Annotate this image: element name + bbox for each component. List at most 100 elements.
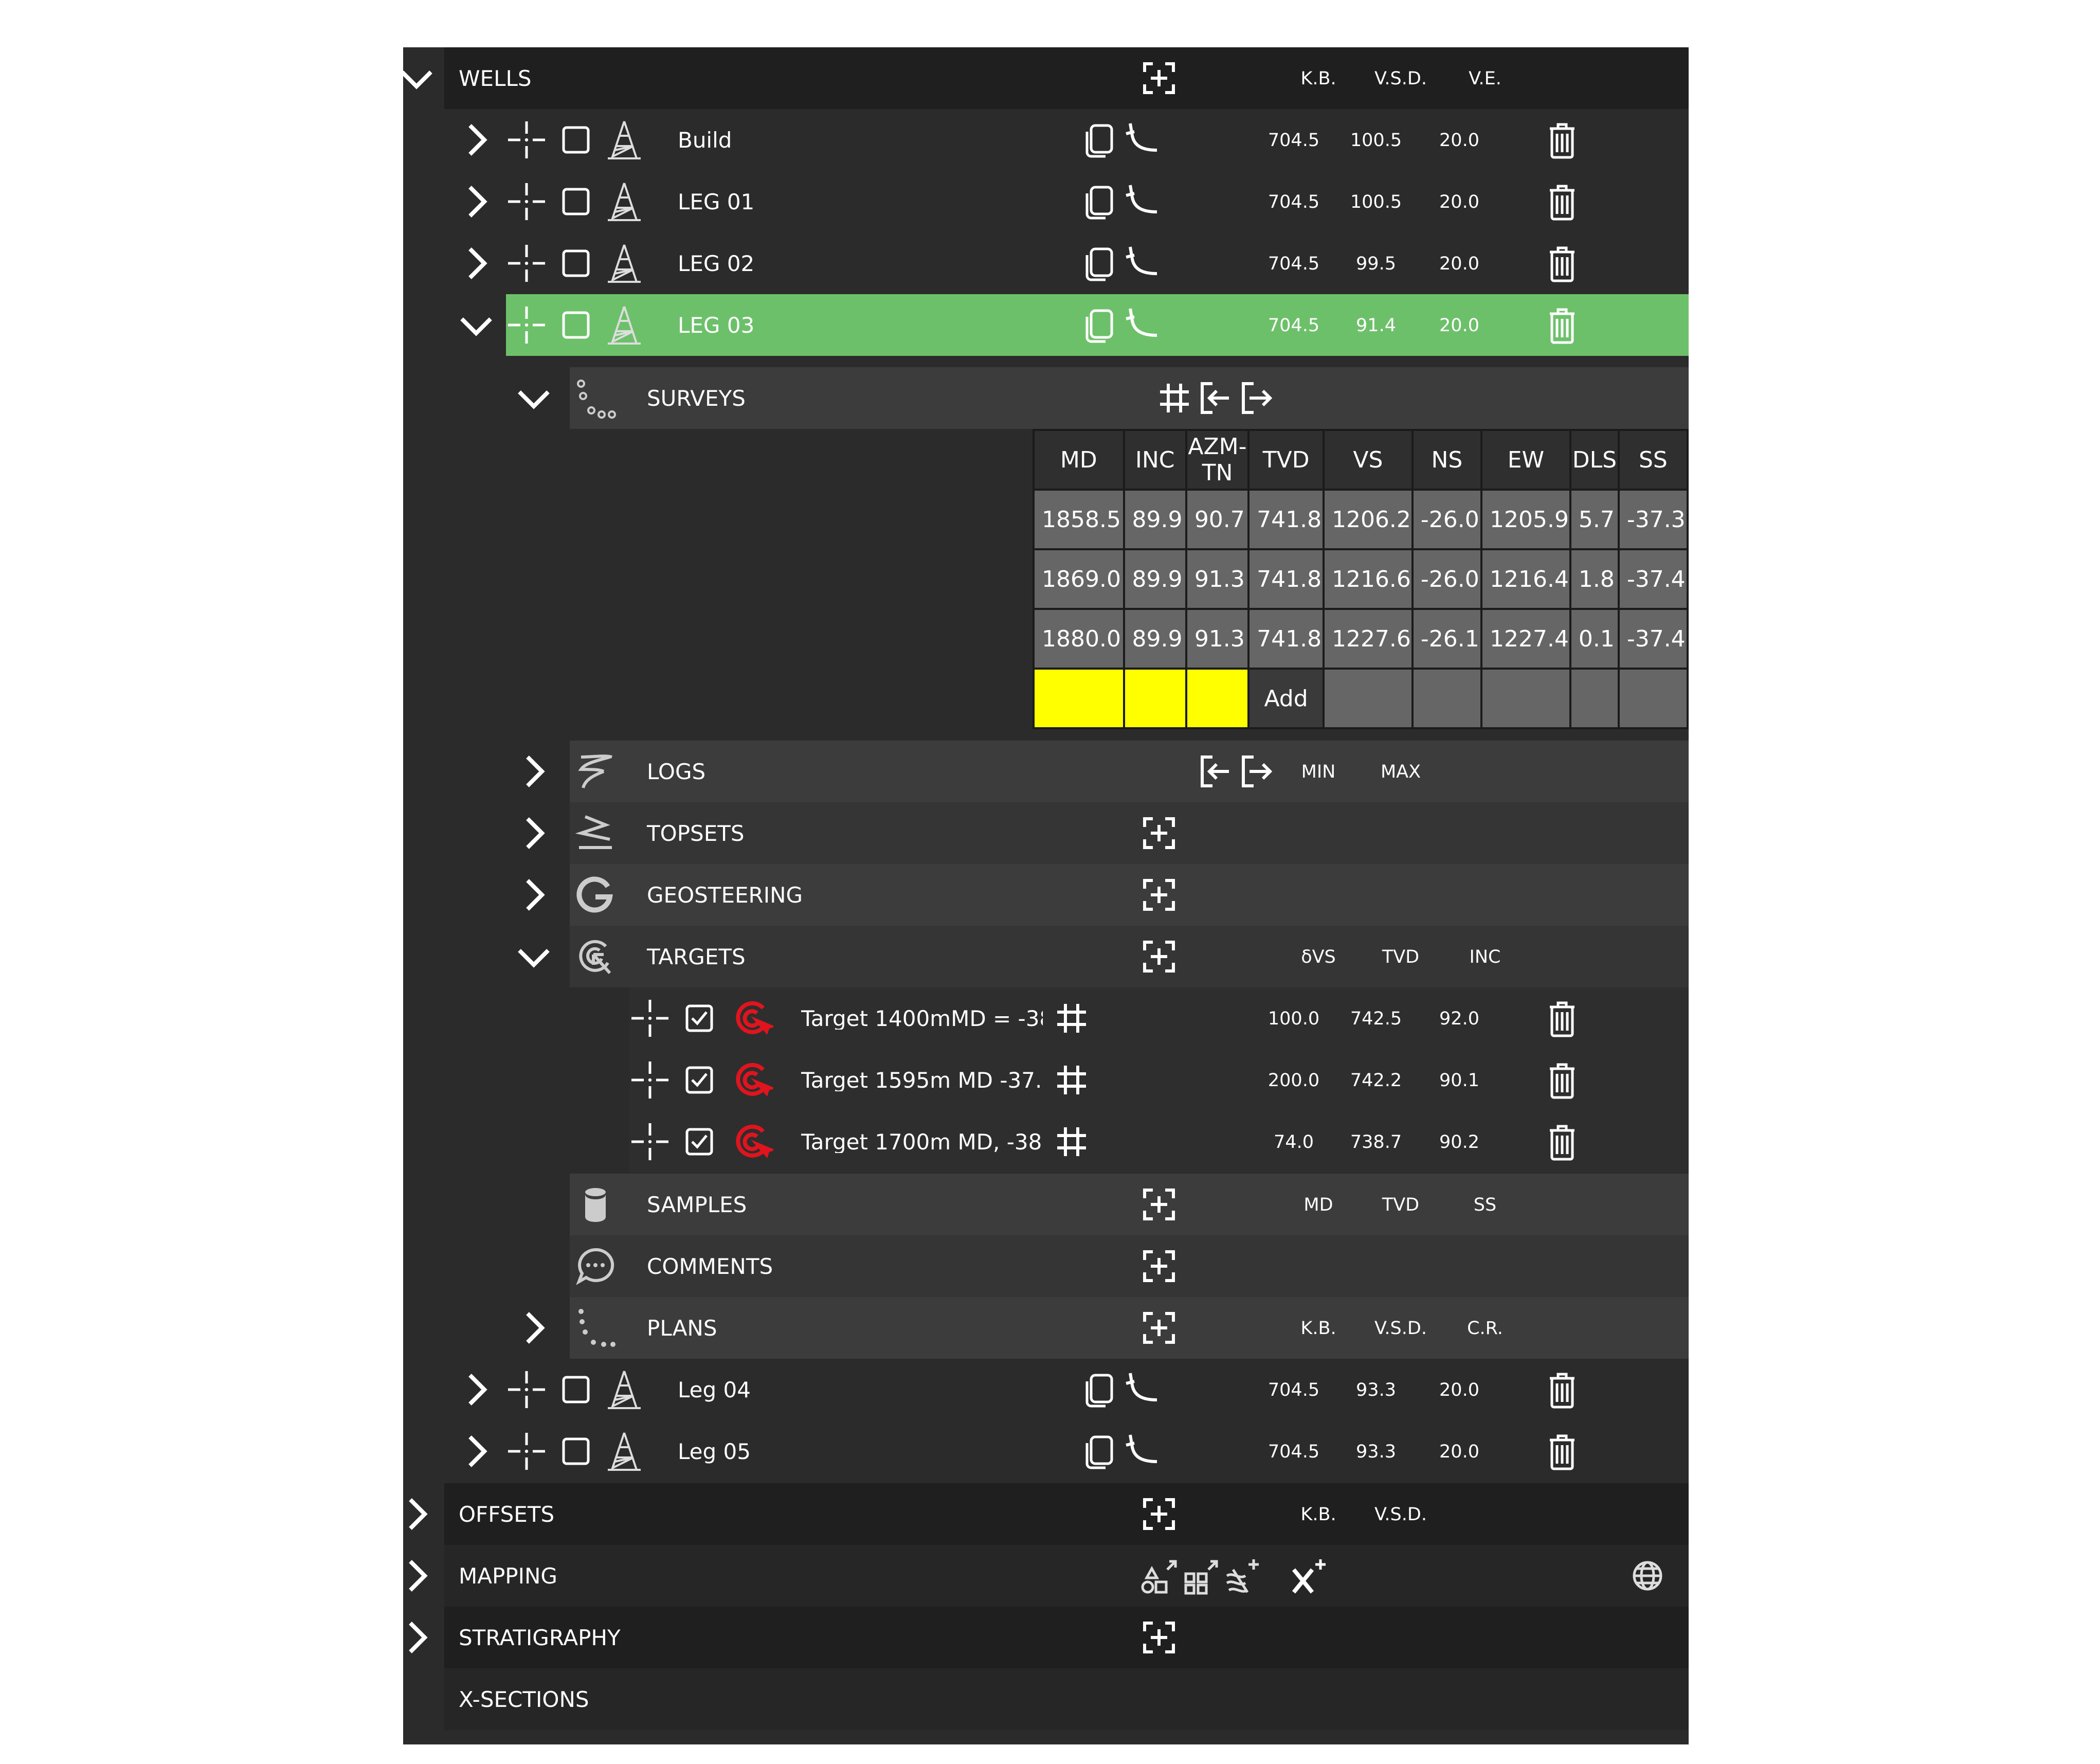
copy-icon[interactable] — [1079, 304, 1120, 346]
well-plan-icon[interactable] — [1120, 1369, 1161, 1410]
survey-cell[interactable]: 1.8 — [1569, 548, 1620, 610]
col-ss[interactable]: SS — [1617, 429, 1689, 491]
stratigraphy-header[interactable]: STRATIGRAPHY — [409, 1607, 1689, 1668]
survey-cell[interactable]: -37.4 — [1617, 608, 1689, 670]
survey-cell[interactable]: 1869.0 — [1033, 548, 1125, 610]
new-inc-input[interactable] — [1123, 668, 1187, 729]
add-contours-icon[interactable] — [1221, 1555, 1262, 1596]
visibility-checkbox[interactable] — [555, 304, 596, 346]
hash-icon[interactable] — [1051, 1059, 1092, 1101]
add-icon[interactable] — [1138, 1184, 1180, 1225]
delete-icon[interactable] — [1542, 243, 1583, 284]
survey-cell[interactable]: 91.3 — [1185, 548, 1250, 610]
move-icon[interactable] — [506, 119, 547, 160]
target-row[interactable]: Target 1400mMD = -38r 100.0 742.5 92.0 — [629, 987, 1689, 1049]
chevron-right-icon[interactable] — [456, 119, 497, 160]
visibility-checkbox[interactable] — [555, 1431, 596, 1472]
chevron-right-icon[interactable] — [513, 874, 554, 915]
comments-header[interactable]: COMMENTS — [570, 1235, 1689, 1297]
well-plan-icon[interactable] — [1120, 181, 1161, 222]
survey-cell[interactable]: 1216.4 — [1480, 548, 1571, 610]
surveys-header[interactable]: SURVEYS — [518, 367, 1689, 429]
target-row[interactable]: Target 1595m MD -37.7ı 200.0 742.2 90.1 — [629, 1049, 1689, 1111]
col-dls[interactable]: DLS — [1569, 429, 1620, 491]
well-plan-icon[interactable] — [1120, 243, 1161, 284]
copy-icon[interactable] — [1079, 181, 1120, 222]
visibility-checkbox-checked[interactable] — [679, 1121, 720, 1162]
survey-cell[interactable]: 89.9 — [1123, 489, 1187, 550]
well-row[interactable]: Build 704.5 100.5 20.0 — [468, 109, 1689, 171]
well-row[interactable]: LEG 02 704.5 99.5 20.0 — [468, 232, 1689, 294]
globe-icon[interactable] — [1627, 1555, 1668, 1596]
chevron-right-icon[interactable] — [396, 1555, 437, 1596]
survey-cell[interactable]: 1227.4 — [1480, 608, 1571, 670]
add-shapes-icon[interactable] — [1138, 1555, 1180, 1596]
survey-cell[interactable]: 0.1 — [1569, 608, 1620, 670]
copy-icon[interactable] — [1079, 243, 1120, 284]
import-icon[interactable] — [1194, 751, 1235, 792]
visibility-checkbox-checked[interactable] — [679, 998, 720, 1039]
copy-icon[interactable] — [1079, 1369, 1120, 1410]
survey-cell[interactable]: 741.8 — [1247, 608, 1325, 670]
hash-icon[interactable] — [1051, 998, 1092, 1039]
hash-icon[interactable] — [1154, 377, 1195, 419]
move-icon[interactable] — [629, 998, 671, 1039]
new-md-input[interactable] — [1033, 668, 1125, 729]
chevron-right-icon[interactable] — [456, 181, 497, 222]
col-ns[interactable]: NS — [1411, 429, 1482, 491]
add-icon[interactable] — [1138, 1307, 1180, 1348]
new-azm-input[interactable] — [1185, 668, 1250, 729]
col-inc[interactable]: INC — [1123, 429, 1187, 491]
survey-cell[interactable]: 89.9 — [1123, 548, 1187, 610]
add-icon[interactable] — [1138, 1493, 1180, 1535]
survey-cell[interactable]: 1216.6 — [1322, 548, 1414, 610]
delete-icon[interactable] — [1542, 181, 1583, 222]
copy-icon[interactable] — [1079, 119, 1120, 160]
col-md[interactable]: MD — [1033, 429, 1125, 491]
survey-cell[interactable]: 90.7 — [1185, 489, 1250, 550]
survey-cell[interactable]: 741.8 — [1247, 489, 1325, 550]
visibility-checkbox[interactable] — [555, 1369, 596, 1410]
chevron-right-icon[interactable] — [513, 813, 554, 854]
survey-cell[interactable]: -26.1 — [1411, 608, 1482, 670]
chevron-right-icon[interactable] — [456, 1431, 497, 1472]
move-icon[interactable] — [506, 181, 547, 222]
delete-icon[interactable] — [1542, 1431, 1583, 1472]
import-icon[interactable] — [1194, 377, 1235, 419]
well-plan-icon[interactable] — [1120, 1431, 1161, 1472]
delete-icon[interactable] — [1542, 1369, 1583, 1410]
visibility-checkbox[interactable] — [555, 243, 596, 284]
survey-cell[interactable]: 1206.2 — [1322, 489, 1414, 550]
logs-header[interactable]: LOGS MIN MAX — [526, 741, 1689, 802]
well-plan-icon[interactable] — [1120, 119, 1161, 160]
survey-cell[interactable]: -37.4 — [1617, 548, 1689, 610]
plans-header[interactable]: PLANS K.B. V.S.D. C.R. — [526, 1297, 1689, 1359]
move-icon[interactable] — [506, 1431, 547, 1472]
move-icon[interactable] — [506, 1369, 547, 1410]
chevron-right-icon[interactable] — [396, 1617, 437, 1658]
chevron-down-icon[interactable] — [396, 58, 437, 99]
col-tvd[interactable]: TVD — [1247, 429, 1325, 491]
move-icon[interactable] — [629, 1121, 671, 1162]
move-icon[interactable] — [506, 243, 547, 284]
well-row[interactable]: LEG 03 704.5 91.4 20.0 — [460, 294, 1689, 356]
add-icon[interactable] — [1138, 58, 1180, 99]
add-icon[interactable] — [1138, 813, 1180, 854]
add-cross-section-icon[interactable] — [1288, 1555, 1329, 1596]
survey-cell[interactable]: -26.0 — [1411, 548, 1482, 610]
well-row[interactable]: Leg 04 704.5 93.3 20.0 — [468, 1359, 1689, 1420]
chevron-down-icon[interactable] — [513, 377, 554, 419]
col-ew[interactable]: EW — [1480, 429, 1571, 491]
topsets-header[interactable]: TOPSETS — [526, 802, 1689, 864]
export-icon[interactable] — [1235, 751, 1276, 792]
chevron-right-icon[interactable] — [456, 1369, 497, 1410]
offsets-header[interactable]: OFFSETS K.B. V.S.D. — [409, 1483, 1689, 1545]
chevron-right-icon[interactable] — [396, 1493, 437, 1535]
col-vs[interactable]: VS — [1322, 429, 1414, 491]
copy-icon[interactable] — [1079, 1431, 1120, 1472]
well-plan-icon[interactable] — [1120, 304, 1161, 346]
survey-cell[interactable]: 1858.5 — [1033, 489, 1125, 550]
chevron-down-icon[interactable] — [513, 936, 554, 977]
chevron-down-icon[interactable] — [456, 304, 497, 346]
delete-icon[interactable] — [1542, 1121, 1583, 1162]
